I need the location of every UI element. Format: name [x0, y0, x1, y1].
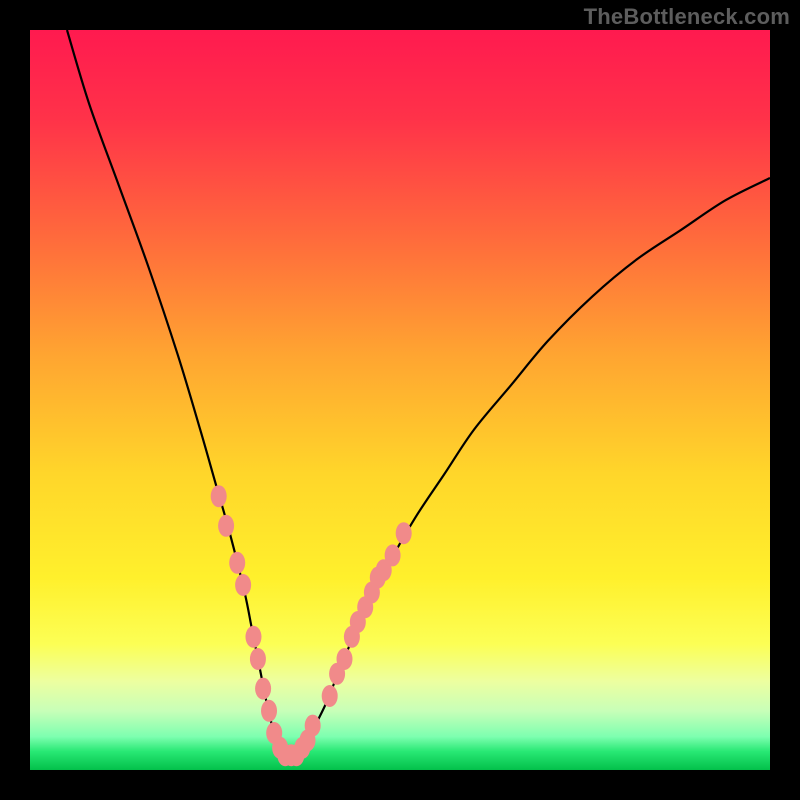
curve-marker	[322, 685, 338, 707]
curve-marker	[337, 648, 353, 670]
curve-marker	[255, 678, 271, 700]
curve-marker	[211, 485, 227, 507]
curve-marker	[305, 715, 321, 737]
curve-marker	[261, 700, 277, 722]
curve-marker	[245, 626, 261, 648]
curve-marker	[250, 648, 266, 670]
attribution-label: TheBottleneck.com	[584, 4, 790, 30]
plot-area	[30, 30, 770, 770]
bottleneck-curve-path	[67, 30, 770, 756]
marker-group	[211, 485, 412, 766]
chart-frame: TheBottleneck.com	[0, 0, 800, 800]
chart-svg	[30, 30, 770, 770]
curve-marker	[235, 574, 251, 596]
curve-marker	[218, 515, 234, 537]
curve-marker	[396, 522, 412, 544]
curve-marker	[229, 552, 245, 574]
curve-marker	[385, 544, 401, 566]
